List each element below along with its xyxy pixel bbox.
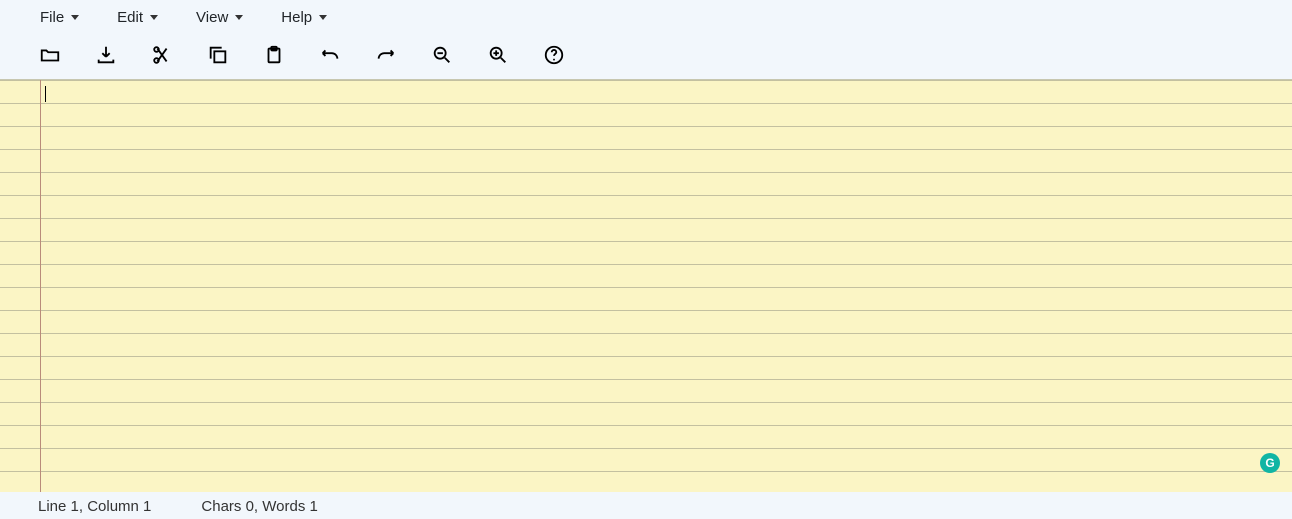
menu-help[interactable]: Help — [277, 6, 331, 29]
zoom-out-button[interactable] — [428, 41, 456, 69]
grammarly-badge[interactable]: G — [1260, 453, 1280, 473]
status-counts: Chars 0, Words 1 — [201, 498, 317, 515]
status-bar: Line 1, Column 1 Chars 0, Words 1 — [0, 492, 1292, 519]
zoom-out-icon — [431, 44, 453, 66]
redo-button[interactable] — [372, 41, 400, 69]
scissors-icon — [151, 44, 173, 66]
copy-button[interactable] — [204, 41, 232, 69]
save-button[interactable] — [92, 41, 120, 69]
zoom-in-icon — [487, 44, 509, 66]
help-icon — [543, 44, 565, 66]
chevron-down-icon — [150, 15, 158, 20]
paste-button[interactable] — [260, 41, 288, 69]
help-button[interactable] — [540, 41, 568, 69]
toolbar — [0, 35, 1292, 79]
open-button[interactable] — [36, 41, 64, 69]
undo-button[interactable] — [316, 41, 344, 69]
copy-icon — [207, 44, 229, 66]
editor-area[interactable] — [0, 79, 1292, 492]
chevron-down-icon — [235, 15, 243, 20]
editor-textarea[interactable] — [44, 83, 1292, 492]
menu-file[interactable]: File — [36, 6, 83, 29]
chevron-down-icon — [319, 15, 327, 20]
cut-button[interactable] — [148, 41, 176, 69]
menu-help-label: Help — [281, 9, 312, 26]
menu-bar: File Edit View Help — [0, 0, 1292, 35]
menu-file-label: File — [40, 9, 64, 26]
menu-edit[interactable]: Edit — [113, 6, 162, 29]
menu-view-label: View — [196, 9, 228, 26]
redo-icon — [375, 44, 397, 66]
zoom-in-button[interactable] — [484, 41, 512, 69]
undo-icon — [319, 44, 341, 66]
status-position: Line 1, Column 1 — [38, 498, 151, 515]
menu-view[interactable]: View — [192, 6, 247, 29]
grammarly-badge-label: G — [1265, 456, 1274, 470]
chevron-down-icon — [71, 15, 79, 20]
margin-rule — [40, 80, 41, 492]
download-icon — [95, 44, 117, 66]
folder-icon — [39, 44, 61, 66]
menu-edit-label: Edit — [117, 9, 143, 26]
clipboard-icon — [263, 44, 285, 66]
